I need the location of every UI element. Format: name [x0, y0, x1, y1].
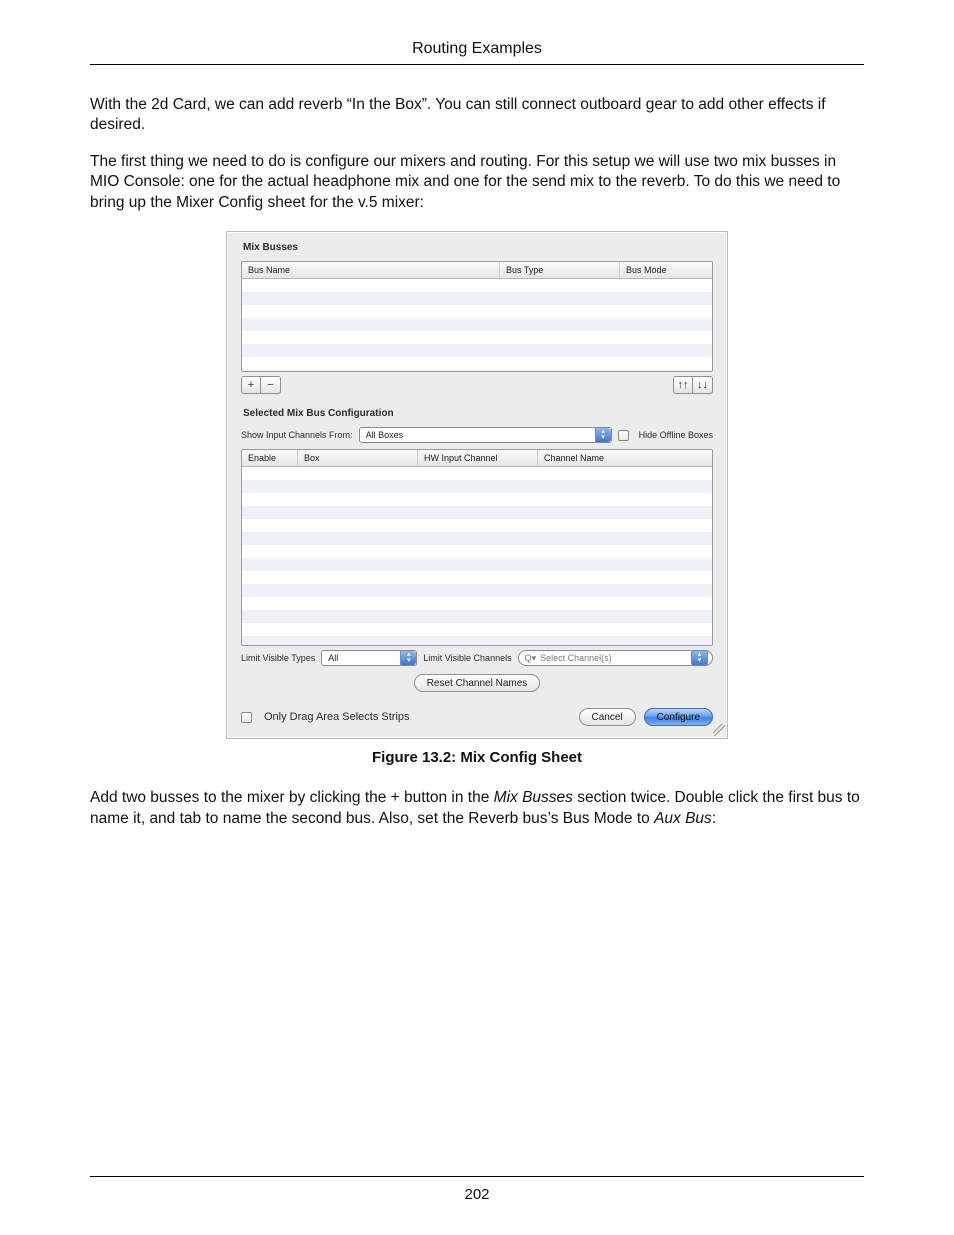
mix-config-dialog: Mix Busses Bus Name Bus Type Bus Mode [226, 231, 728, 739]
p3-d: Aux Bus [654, 810, 712, 827]
table-row[interactable] [242, 571, 712, 584]
only-drag-area-label: Only Drag Area Selects Strips [264, 711, 410, 723]
paragraph-2: The first thing we need to do is configu… [90, 152, 864, 213]
show-input-from-value: All Boxes [366, 430, 410, 440]
configure-label: Configure [657, 712, 700, 723]
table-row[interactable] [242, 370, 712, 371]
cancel-label: Cancel [592, 712, 623, 723]
stepper-icon: ▴▾ [595, 428, 611, 442]
table-row[interactable] [242, 305, 712, 318]
table-row[interactable] [242, 506, 712, 519]
limit-types-label: Limit Visible Types [241, 653, 315, 663]
limit-types-select[interactable]: All ▴▾ [321, 650, 417, 666]
p3-e: : [712, 810, 716, 827]
reset-channel-names-button[interactable]: Reset Channel Names [414, 674, 541, 692]
cancel-button[interactable]: Cancel [579, 708, 636, 726]
move-up-button[interactable]: ↑↑ [673, 376, 693, 394]
show-input-from-select[interactable]: All Boxes ▴▾ [359, 427, 612, 443]
hide-offline-checkbox[interactable] [618, 430, 629, 441]
table-row[interactable] [242, 344, 712, 357]
header-rule [90, 64, 864, 65]
table-row[interactable] [242, 636, 712, 645]
move-down-button[interactable]: ↓↓ [693, 376, 713, 394]
col-channel-name[interactable]: Channel Name [538, 450, 712, 466]
channels-table[interactable]: Enable Box HW Input Channel Channel Name [241, 449, 713, 646]
table-row[interactable] [242, 558, 712, 571]
stepper-icon: ▴▾ [400, 651, 416, 665]
p3-a: Add two busses to the mixer by clicking … [90, 789, 494, 806]
table-row[interactable] [242, 532, 712, 545]
add-bus-button[interactable]: + [241, 376, 261, 394]
paragraph-1: With the 2d Card, we can add reverb “In … [90, 95, 864, 136]
table-row[interactable] [242, 545, 712, 558]
remove-bus-button[interactable]: − [261, 376, 281, 394]
col-hw-input[interactable]: HW Input Channel [418, 450, 538, 466]
table-row[interactable] [242, 357, 712, 370]
stepper-icon: ▴▾ [691, 650, 708, 666]
reset-channel-names-label: Reset Channel Names [427, 678, 528, 689]
p3-b: Mix Busses [494, 789, 573, 806]
col-bus-type[interactable]: Bus Type [500, 262, 620, 278]
only-drag-area-checkbox[interactable] [241, 712, 252, 723]
page-number: 202 [0, 1186, 954, 1203]
table-row[interactable] [242, 610, 712, 623]
limit-channels-search[interactable]: Q▾ Select Channel(s) ▴▾ [518, 650, 713, 666]
channels-body[interactable] [242, 467, 712, 645]
mix-busses-body[interactable] [242, 279, 712, 371]
figure-wrap: Mix Busses Bus Name Bus Type Bus Mode [90, 231, 864, 739]
table-row[interactable] [242, 331, 712, 344]
table-row[interactable] [242, 519, 712, 532]
table-row[interactable] [242, 467, 712, 480]
running-header: Routing Examples [90, 40, 864, 64]
limit-types-value: All [328, 653, 344, 663]
table-row[interactable] [242, 480, 712, 493]
resize-grip-icon[interactable] [713, 724, 725, 736]
table-row[interactable] [242, 597, 712, 610]
table-row[interactable] [242, 318, 712, 331]
col-bus-mode[interactable]: Bus Mode [620, 262, 712, 278]
table-row[interactable] [242, 623, 712, 636]
table-row[interactable] [242, 279, 712, 292]
limit-channels-label: Limit Visible Channels [423, 653, 511, 663]
col-enable[interactable]: Enable [242, 450, 298, 466]
mix-busses-title: Mix Busses [243, 242, 713, 253]
selected-bus-config-title: Selected Mix Bus Configuration [243, 408, 713, 419]
paragraph-3: Add two busses to the mixer by clicking … [90, 788, 864, 829]
search-icon: Q▾ [525, 653, 537, 664]
table-row[interactable] [242, 292, 712, 305]
figure-caption: Figure 13.2: Mix Config Sheet [90, 749, 864, 766]
mix-busses-header: Bus Name Bus Type Bus Mode [242, 262, 712, 279]
mix-busses-table[interactable]: Bus Name Bus Type Bus Mode [241, 261, 713, 372]
show-input-from-label: Show Input Channels From: [241, 430, 353, 440]
col-box[interactable]: Box [298, 450, 418, 466]
limit-channels-placeholder: Select Channel(s) [540, 653, 683, 663]
col-bus-name[interactable]: Bus Name [242, 262, 500, 278]
channels-header: Enable Box HW Input Channel Channel Name [242, 450, 712, 467]
table-row[interactable] [242, 584, 712, 597]
table-row[interactable] [242, 493, 712, 506]
footer-rule [90, 1176, 864, 1177]
configure-button[interactable]: Configure [644, 708, 713, 726]
hide-offline-label: Hide Offline Boxes [639, 430, 713, 440]
